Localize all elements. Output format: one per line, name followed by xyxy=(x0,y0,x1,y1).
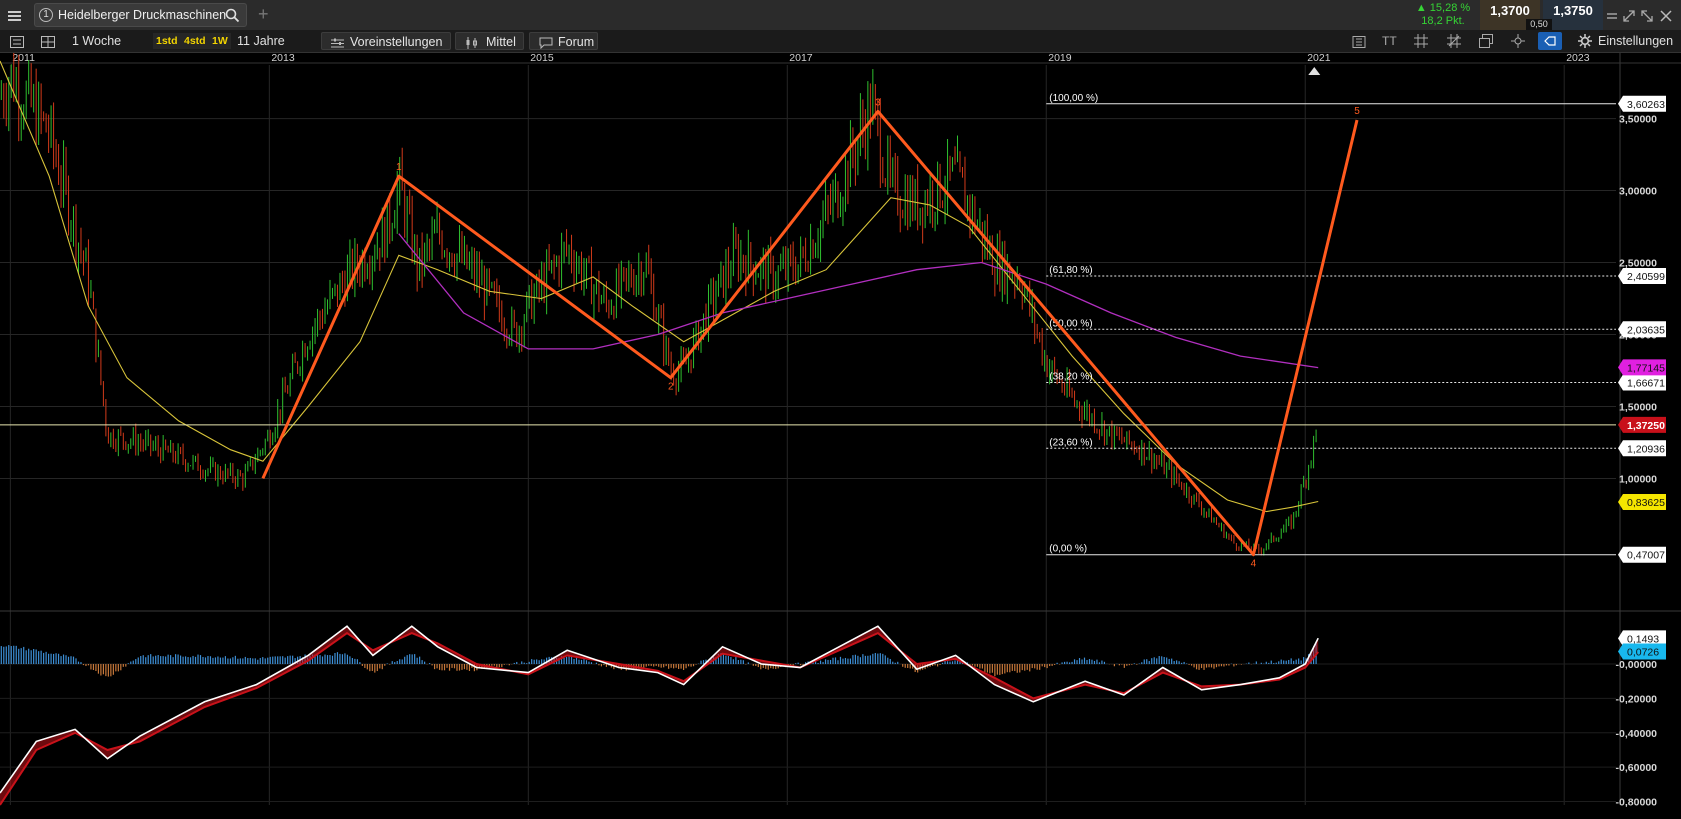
pin-icon[interactable] xyxy=(1511,34,1525,53)
indicator-label: Mittel xyxy=(486,35,516,49)
fib-label: (61,80 %) xyxy=(1049,265,1092,276)
menu-icon[interactable] xyxy=(8,9,21,21)
sma-fast-tag: 0,83625 xyxy=(1618,494,1666,511)
fib-tag: 1,20936 xyxy=(1618,440,1666,457)
macd-y-tick: -0,20000 xyxy=(1616,693,1658,705)
text-tool-button[interactable]: TT xyxy=(1382,30,1397,52)
grid-icon[interactable] xyxy=(1414,34,1428,53)
fib-tag: 2,03635 xyxy=(1618,321,1666,338)
forum-button[interactable]: Forum xyxy=(529,32,598,50)
spread-badge: 0,50 xyxy=(1526,19,1552,30)
windows-icon[interactable] xyxy=(1479,34,1493,53)
y-tick-label: 3,00000 xyxy=(1619,186,1657,198)
range-select[interactable]: 11 Jahre xyxy=(237,30,285,52)
fib-tag-text: 2,03635 xyxy=(1627,324,1665,336)
macd-y-tick: -0,40000 xyxy=(1616,728,1658,740)
sma-fast-tag-text: 0,83625 xyxy=(1627,497,1665,509)
fib-tag-text: 1,20936 xyxy=(1627,443,1665,455)
chart-toolbar: 1 Woche 1std 4std 1W 11 Jahre Voreinstel… xyxy=(0,30,1681,53)
fib-tag: 0,47007 xyxy=(1618,546,1666,563)
sliders-icon xyxy=(331,36,344,54)
sma-slow-tag-text: 1,77145 xyxy=(1627,362,1665,374)
y-tick-label: 1,50000 xyxy=(1619,401,1657,413)
list-view-icon[interactable] xyxy=(10,35,24,53)
fib-label: (38,20 %) xyxy=(1049,371,1092,382)
fib-tag-text: 1,66671 xyxy=(1627,377,1665,389)
macd-signal-tag: 0,0726 xyxy=(1618,643,1666,660)
ask-price: 1,3750 xyxy=(1553,3,1593,18)
x-tick-label: 2011 xyxy=(12,53,35,64)
tab-number-icon: 1 xyxy=(39,8,53,22)
presets-button[interactable]: Voreinstellungen xyxy=(321,32,451,50)
minimize-icon[interactable] xyxy=(1606,9,1618,27)
wave-label: 2 xyxy=(668,382,674,393)
quote-change: ▲ 15,28 % 18,2 Pkt. xyxy=(1406,2,1480,28)
bid-price: 1,3700 xyxy=(1490,3,1530,18)
fib-label: (100,00 %) xyxy=(1049,93,1098,104)
wave-label: 5 xyxy=(1354,106,1360,117)
crosshair-grid-icon[interactable] xyxy=(1447,34,1461,53)
y-tick-label: 1,00000 xyxy=(1619,473,1657,485)
interval-select[interactable]: 1 Woche xyxy=(72,30,121,52)
last-price-tag: 1,37250 xyxy=(1618,416,1666,433)
x-tick-label: 2017 xyxy=(789,53,813,64)
fib-label: (0,00 %) xyxy=(1049,544,1087,555)
wave-label: 4 xyxy=(1251,559,1257,570)
macd-y-tick: -0,00000 xyxy=(1616,659,1658,671)
instrument-title: Heidelberger Druckmaschinen xyxy=(58,8,227,22)
align-icon[interactable] xyxy=(1352,35,1366,53)
presets-label: Voreinstellungen xyxy=(350,35,443,49)
x-tick-label: 2023 xyxy=(1566,53,1590,64)
close-icon[interactable] xyxy=(1660,9,1672,27)
settings-button[interactable]: Einstellungen xyxy=(1598,30,1673,52)
quick-4std[interactable]: 4std xyxy=(181,33,209,49)
gear-icon[interactable] xyxy=(1578,34,1592,53)
change-points: 18,2 Pkt. xyxy=(1421,15,1465,27)
search-icon[interactable] xyxy=(225,8,240,28)
y-tick-label: 2,50000 xyxy=(1619,258,1657,270)
candles-icon xyxy=(465,36,479,54)
x-tick-label: 2021 xyxy=(1307,53,1331,64)
fib-tag-text: 2,40599 xyxy=(1627,271,1665,283)
fib-tag-text: 0,47007 xyxy=(1627,550,1665,562)
last-price-tag-text: 1,37250 xyxy=(1627,420,1665,432)
instrument-tab[interactable]: 1 Heidelberger Druckmaschinen xyxy=(34,3,247,27)
ask-button[interactable]: 1,3750 xyxy=(1543,0,1603,30)
fib-tag: 2,40599 xyxy=(1618,268,1666,285)
x-tick-label: 2013 xyxy=(271,53,295,64)
indicator-button[interactable]: Mittel xyxy=(455,32,524,50)
y-tick-label: 3,50000 xyxy=(1619,114,1657,126)
top-bar: 1 Heidelberger Druckmaschinen + ▲ 15,28 … xyxy=(0,0,1681,31)
wave-label: 3 xyxy=(875,97,881,108)
x-tick-label: 2019 xyxy=(1048,53,1072,64)
macd-y-tick: -0,80000 xyxy=(1616,797,1658,809)
sma-slow-tag: 1,77145 xyxy=(1618,359,1666,376)
x-tick-label: 2015 xyxy=(530,53,554,64)
restore-icon[interactable] xyxy=(1623,9,1635,27)
layout-icon[interactable] xyxy=(41,35,55,53)
chat-icon xyxy=(539,36,553,54)
quick-1w[interactable]: 1W xyxy=(209,33,231,49)
eraser-icon[interactable] xyxy=(1538,32,1562,50)
forum-label: Forum xyxy=(558,35,595,49)
fib-tag-text: 3,60263 xyxy=(1627,99,1665,111)
fib-tag: 1,66671 xyxy=(1618,374,1666,391)
fib-tag: 3,60263 xyxy=(1618,95,1666,112)
fib-label: (23,60 %) xyxy=(1049,437,1092,448)
quick-1std[interactable]: 1std xyxy=(153,33,181,49)
macd-y-tick: -0,60000 xyxy=(1616,762,1658,774)
chart-area[interactable]: 2011 2013 2015 2017 2019 2021 2023 3,50000 3,00… xyxy=(0,53,1681,819)
add-tab-button[interactable]: + xyxy=(258,4,269,25)
change-percent: ▲ 15,28 % xyxy=(1415,2,1471,14)
expand-icon[interactable] xyxy=(1641,9,1653,27)
macd-signal-tag-text: 0,0726 xyxy=(1627,647,1659,659)
wave-label: 1 xyxy=(396,162,402,173)
